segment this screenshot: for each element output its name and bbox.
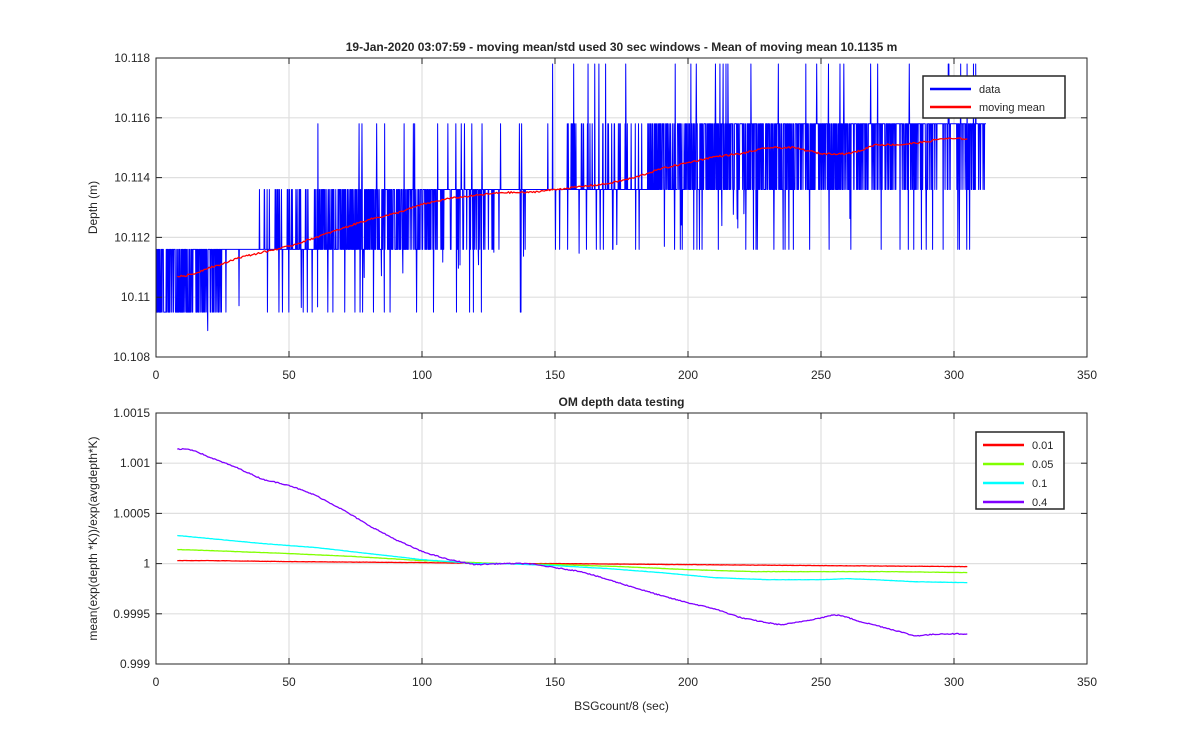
- x-tick-label: 50: [282, 675, 296, 689]
- legend: 0.01 0.05 0.1 0.4: [975, 431, 1065, 510]
- x-tick-label: 150: [545, 368, 565, 382]
- y-tick-label: 10.112: [114, 230, 150, 244]
- x-tick-label: 350: [1077, 368, 1097, 382]
- x-tick-label: 100: [412, 368, 432, 382]
- y-tick-label: 10.116: [114, 111, 150, 125]
- y-axis-label: mean(exp(depth *K))/exp(avgdepth*K): [86, 436, 100, 640]
- x-tick-label: 350: [1077, 675, 1097, 689]
- y-axis-label: Depth (m): [86, 181, 100, 234]
- legend-label: 0.1: [1032, 478, 1047, 490]
- x-tick-label: 150: [545, 675, 565, 689]
- y-tick-label: 10.114: [114, 171, 150, 185]
- x-tick-label: 200: [678, 675, 698, 689]
- legend-label: data: [979, 84, 1001, 96]
- y-tick-label: 10.11: [121, 290, 150, 304]
- y-tick-label: 1.0015: [113, 406, 150, 420]
- chart-title: OM depth data testing: [559, 395, 685, 409]
- legend-label: 0.05: [1032, 459, 1053, 471]
- x-axis-label: BSGcount/8 (sec): [574, 699, 669, 713]
- x-tick-label: 0: [153, 368, 160, 382]
- x-tick-label: 250: [811, 675, 831, 689]
- y-tick-label: 1: [143, 557, 150, 571]
- figure: 0 50 100 150 200 250 300 350 10.108 10.11 10.112 10…: [0, 0, 1200, 750]
- legend: data moving mean: [922, 75, 1066, 119]
- y-tick-label: 1.001: [120, 456, 150, 470]
- x-tick-label: 250: [811, 368, 831, 382]
- chart-panel-2: 0 50 100 150 200 250 300 350 0.999 0.9995 1 1.0005 1…: [86, 395, 1097, 713]
- chart-panel-1: 0 50 100 150 200 250 300 350 10.108 10.11 10.112 10…: [86, 40, 1097, 382]
- y-tick-label: 1.0005: [113, 506, 150, 520]
- chart-canvas: 0 50 100 150 200 250 300 35010.10810.1110.11210…: [86, 40, 1097, 713]
- y-tick-label: 0.9995: [113, 607, 150, 621]
- y-tick-label: 10.108: [113, 350, 150, 364]
- y-tick-label: 10.118: [114, 51, 150, 65]
- x-tick-label: 0: [153, 675, 160, 689]
- legend-label: 0.4: [1032, 497, 1047, 509]
- y-tick-label: 0.999: [120, 657, 150, 671]
- chart-title: 19-Jan-2020 03:07:59 - moving mean/std u…: [346, 40, 898, 54]
- plot-area: [156, 413, 1087, 664]
- legend-label: 0.01: [1032, 440, 1053, 452]
- legend-label: moving mean: [979, 102, 1045, 114]
- x-tick-label: 50: [282, 368, 296, 382]
- x-tick-label: 100: [412, 675, 432, 689]
- x-tick-label: 300: [944, 675, 964, 689]
- x-tick-label: 200: [678, 368, 698, 382]
- x-tick-label: 300: [944, 368, 964, 382]
